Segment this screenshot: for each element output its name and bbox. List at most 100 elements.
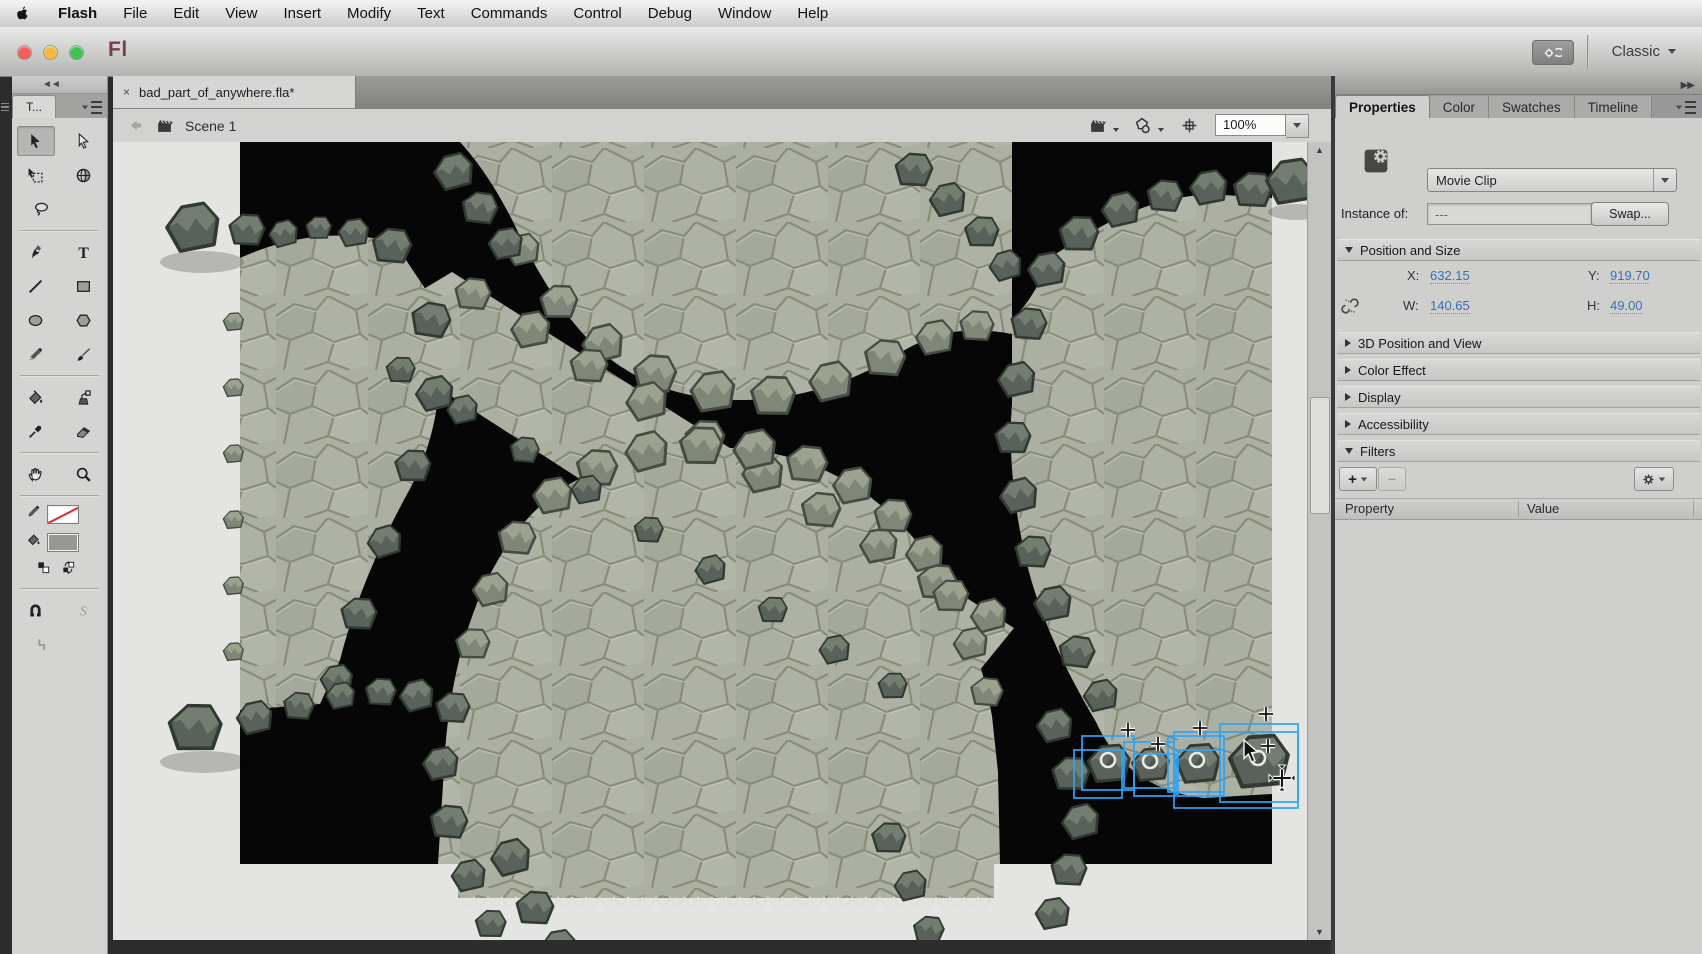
back-arrow-icon[interactable] xyxy=(127,117,144,134)
x-value[interactable]: 632.15 xyxy=(1430,268,1470,284)
tools-panel-menu-icon[interactable] xyxy=(81,101,102,114)
section-filters[interactable]: Filters xyxy=(1337,440,1700,462)
panel-collapse-bar[interactable]: ▶▶ xyxy=(1335,76,1702,95)
section-display[interactable]: Display xyxy=(1337,386,1700,408)
edit-scene-icon[interactable] xyxy=(1089,117,1106,134)
tool-free-transform[interactable] xyxy=(17,160,55,190)
workspace-switcher-icon[interactable] xyxy=(1532,40,1574,65)
menu-item-debug[interactable]: Debug xyxy=(635,0,705,27)
menu-item-modify[interactable]: Modify xyxy=(334,0,404,27)
add-filter-button[interactable]: + xyxy=(1339,467,1377,491)
tool-selection[interactable] xyxy=(17,126,55,156)
menu-item-window[interactable]: Window xyxy=(705,0,784,27)
tab-properties[interactable]: Properties xyxy=(1335,95,1430,119)
stroke-color-swatch[interactable] xyxy=(47,505,79,524)
filter-options-gear-icon[interactable] xyxy=(1634,467,1674,491)
tool-subselection[interactable] xyxy=(64,126,102,156)
scroll-up-icon[interactable]: ▲ xyxy=(1308,142,1331,158)
section-3d-position-and-view[interactable]: 3D Position and View xyxy=(1337,332,1700,354)
tab-swatches[interactable]: Swatches xyxy=(1489,96,1575,119)
tab-timeline[interactable]: Timeline xyxy=(1575,96,1653,119)
black-white-icon[interactable] xyxy=(36,560,51,580)
value-column-header[interactable]: Value xyxy=(1527,501,1559,516)
properties-panel-menu-icon[interactable] xyxy=(1675,101,1696,114)
fill-color-icon xyxy=(26,532,41,552)
menu-item-help[interactable]: Help xyxy=(784,0,841,27)
tool-text[interactable]: T xyxy=(64,237,102,267)
tool-hand[interactable] xyxy=(17,459,55,489)
tool-lasso[interactable] xyxy=(22,194,60,224)
tool-zoom[interactable] xyxy=(64,459,102,489)
menu-item-insert[interactable]: Insert xyxy=(270,0,334,27)
straighten-button[interactable] xyxy=(22,629,60,659)
scene-clapperboard-icon xyxy=(156,117,173,134)
filters-toolbar: + − xyxy=(1335,464,1702,494)
fill-color-swatch[interactable] xyxy=(47,533,79,552)
edit-symbols-icon[interactable] xyxy=(1134,117,1151,134)
remove-filter-button[interactable]: − xyxy=(1378,467,1406,491)
tab-tools[interactable]: T... xyxy=(12,95,56,118)
apple-logo-icon[interactable] xyxy=(0,5,45,22)
tab-color[interactable]: Color xyxy=(1430,96,1489,119)
swap-colors-icon[interactable] xyxy=(61,560,76,580)
minimize-window-button[interactable] xyxy=(44,46,57,59)
document-tab[interactable]: × bad_part_of_anywhere.fla* xyxy=(113,76,356,108)
tools-collapse-bar[interactable]: ◄◄ xyxy=(12,76,107,94)
menu-item-text[interactable]: Text xyxy=(404,0,458,27)
y-value[interactable]: 919.70 xyxy=(1610,268,1650,284)
w-value[interactable]: 140.65 xyxy=(1430,298,1470,314)
vertical-scrollbar[interactable]: ▲ ▼ xyxy=(1307,142,1331,940)
menu-item-control[interactable]: Control xyxy=(560,0,634,27)
instance-name-field[interactable]: --- xyxy=(1427,203,1592,225)
center-frame-icon[interactable] xyxy=(1181,117,1198,134)
property-column-header[interactable]: Property xyxy=(1345,501,1394,516)
zoom-window-button[interactable] xyxy=(70,46,83,59)
tool-eraser[interactable] xyxy=(64,416,102,446)
scroll-down-icon[interactable]: ▼ xyxy=(1308,924,1331,940)
window-title-bar[interactable]: Fl Classic xyxy=(0,27,1702,77)
zoom-level-dropdown-button[interactable] xyxy=(1286,114,1309,138)
snap-to-objects-toggle[interactable] xyxy=(17,595,55,625)
smooth-button[interactable]: S xyxy=(64,595,102,625)
menu-item-file[interactable]: File xyxy=(110,0,160,27)
stage-canvas[interactable] xyxy=(113,142,1308,940)
breadcrumb-scene[interactable]: Scene 1 xyxy=(185,118,236,134)
menu-item-flash[interactable]: Flash xyxy=(45,0,110,27)
workspace-dropdown[interactable]: Classic xyxy=(1612,43,1676,60)
section-label: Color Effect xyxy=(1358,363,1426,378)
tool-paint-bucket[interactable] xyxy=(17,382,55,412)
section-color-effect[interactable]: Color Effect xyxy=(1337,359,1700,381)
menu-item-commands[interactable]: Commands xyxy=(458,0,561,27)
swap-button[interactable]: Swap... xyxy=(1591,202,1669,226)
section-accessibility[interactable]: Accessibility xyxy=(1337,413,1700,435)
tool-brush[interactable] xyxy=(64,339,102,369)
stroke-color-icon xyxy=(26,504,41,524)
vertical-scroll-thumb[interactable] xyxy=(1310,397,1330,514)
edit-symbols-caret-icon[interactable] xyxy=(1158,128,1164,132)
lock-size-broken-icon[interactable] xyxy=(1341,297,1359,318)
movie-clip-icon xyxy=(1363,148,1389,177)
h-value[interactable]: 49.00 xyxy=(1610,298,1643,314)
tool-ink-bottle[interactable] xyxy=(64,382,102,412)
symbol-type-caret-icon xyxy=(1653,169,1676,191)
tool-oval[interactable] xyxy=(17,305,55,335)
close-window-button[interactable] xyxy=(18,46,31,59)
tool-line[interactable] xyxy=(17,271,55,301)
close-document-icon[interactable]: × xyxy=(123,85,130,99)
tool-rectangle[interactable] xyxy=(64,271,102,301)
registration-ring xyxy=(1190,753,1204,767)
edit-scene-caret-icon[interactable] xyxy=(1113,128,1119,132)
filters-table-header: Property Value xyxy=(1335,498,1702,520)
section-position-and-size[interactable]: Position and Size xyxy=(1337,239,1700,261)
tool-polystar[interactable] xyxy=(64,305,102,335)
disclosure-closed-icon xyxy=(1345,366,1351,374)
menu-item-view[interactable]: View xyxy=(212,0,270,27)
menu-item-edit[interactable]: Edit xyxy=(160,0,212,27)
zoom-level-input[interactable]: 100% xyxy=(1215,114,1286,136)
tool-pencil[interactable] xyxy=(17,339,55,369)
tool-eyedropper[interactable] xyxy=(17,416,55,446)
section-label: Display xyxy=(1358,390,1401,405)
tool-3d-rotation[interactable] xyxy=(64,160,102,190)
symbol-type-dropdown[interactable]: Movie Clip xyxy=(1427,168,1677,192)
tool-pen[interactable] xyxy=(17,237,55,267)
